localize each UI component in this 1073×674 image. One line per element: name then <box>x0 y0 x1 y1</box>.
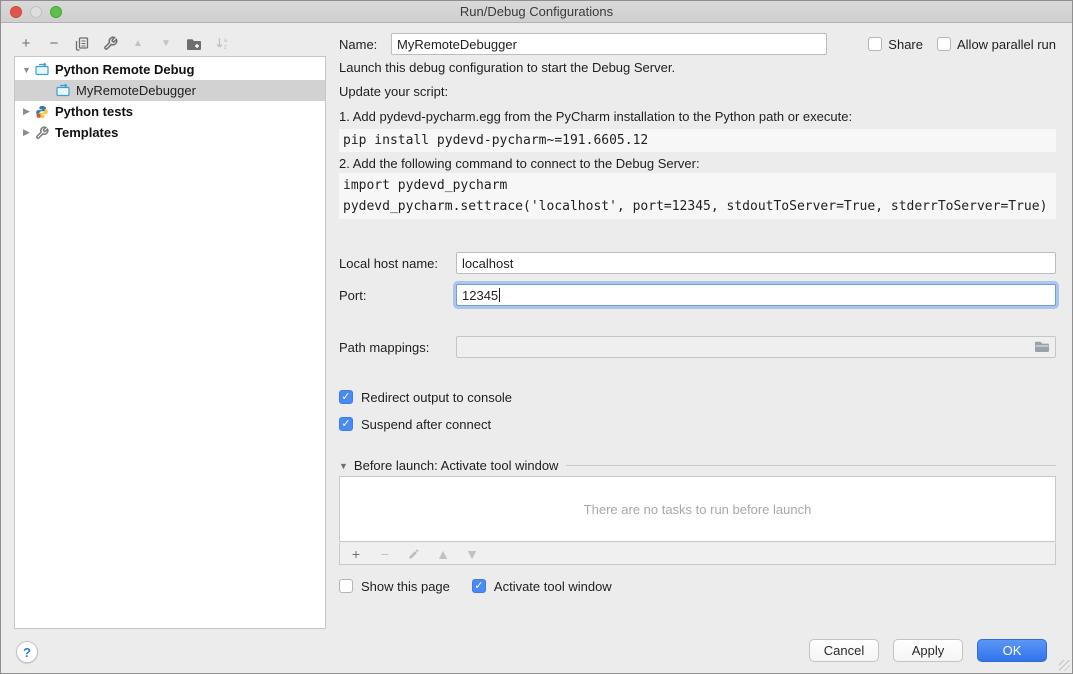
allow-parallel-run-option: Allow parallel run <box>937 37 1056 52</box>
help-button[interactable]: ? <box>16 641 38 663</box>
remote-debug-icon <box>34 63 50 77</box>
name-label: Name: <box>339 37 391 52</box>
suspend-after-connect-label: Suspend after connect <box>361 417 491 432</box>
tree-item-label: MyRemoteDebugger <box>76 83 196 98</box>
path-mappings-field[interactable] <box>456 336 1056 358</box>
header-rule <box>566 465 1056 466</box>
empty-task-list-text: There are no tasks to run before launch <box>584 502 812 517</box>
instruction-step-2: 2. Add the following command to connect … <box>339 156 1056 172</box>
expand-arrow-icon[interactable]: ▼ <box>21 65 32 75</box>
tree-item-templates[interactable]: ▶ Templates <box>15 122 325 143</box>
redirect-output-label: Redirect output to console <box>361 390 512 405</box>
tree-item-label: Templates <box>55 125 118 140</box>
before-launch-title: Before launch: Activate tool window <box>354 458 559 473</box>
local-host-input[interactable] <box>456 252 1056 274</box>
before-launch-task-list: There are no tasks to run before launch <box>339 476 1056 542</box>
activate-tool-window-checkbox[interactable] <box>472 579 486 593</box>
zoom-window-button[interactable] <box>50 6 62 18</box>
svg-text:z: z <box>223 44 226 51</box>
move-up-icon[interactable]: ▲ <box>130 36 146 52</box>
page-options-row: Show this page Activate tool window <box>339 578 1056 594</box>
move-task-up-icon[interactable]: ▲ <box>435 546 451 562</box>
instruction-line: Update your script: <box>339 84 1056 100</box>
add-task-icon[interactable]: + <box>348 546 364 562</box>
add-icon[interactable]: + <box>18 36 34 52</box>
window-title: Run/Debug Configurations <box>460 4 613 19</box>
dialog-buttons: Cancel Apply OK <box>809 639 1047 662</box>
new-folder-icon[interactable] <box>186 36 202 52</box>
copy-icon[interactable] <box>74 36 90 52</box>
port-value: 12345 <box>462 288 498 303</box>
python-icon <box>34 105 50 119</box>
collapse-arrow-icon[interactable]: ▶ <box>21 127 32 138</box>
suspend-after-connect-option: Suspend after connect <box>339 416 1056 432</box>
configurations-panel: + − ▲ ▼ az ▼ Python Remote D <box>1 23 332 673</box>
task-list-toolbar: + − ▲ ▼ <box>339 543 1056 565</box>
configurations-toolbar: + − ▲ ▼ az <box>1 23 332 55</box>
share-option: Share <box>868 37 923 52</box>
before-launch-header: ▼ Before launch: Activate tool window <box>339 458 1056 473</box>
configuration-form: Name: Share Allow parallel run Launch th… <box>339 23 1056 657</box>
port-row: Port: 12345 <box>339 283 1056 307</box>
instruction-step-1: 1. Add pydevd-pycharm.egg from the PyCha… <box>339 109 1056 125</box>
wrench-icon[interactable] <box>102 36 118 52</box>
collapse-arrow-icon[interactable]: ▶ <box>21 106 32 117</box>
collapse-section-icon[interactable]: ▼ <box>339 461 348 471</box>
local-host-row: Local host name: <box>339 252 1056 274</box>
name-input[interactable] <box>391 33 827 55</box>
sort-alphabetically-icon[interactable]: az <box>214 36 230 52</box>
activate-tool-window-label: Activate tool window <box>494 579 612 594</box>
share-checkbox[interactable] <box>868 37 882 51</box>
pip-install-command: pip install pydevd-pycharm~=191.6605.12 <box>339 129 1056 152</box>
tree-item-python-remote-debug[interactable]: ▼ Python Remote Debug <box>15 59 325 80</box>
settrace-code-block: import pydevd_pycharm pydevd_pycharm.set… <box>339 173 1056 219</box>
remove-icon[interactable]: − <box>46 36 62 52</box>
port-label: Port: <box>339 288 456 303</box>
run-debug-configurations-dialog: Run/Debug Configurations + − ▲ ▼ az ▼ <box>0 0 1073 674</box>
traffic-lights <box>10 6 62 18</box>
show-this-page-label: Show this page <box>361 579 450 594</box>
text-cursor <box>499 288 500 302</box>
tree-item-python-tests[interactable]: ▶ Python tests <box>15 101 325 122</box>
tree-item-label: Python tests <box>55 104 133 119</box>
close-window-button[interactable] <box>10 6 22 18</box>
minimize-window-button[interactable] <box>30 6 42 18</box>
help-icon: ? <box>23 645 31 660</box>
edit-task-icon[interactable] <box>406 546 422 562</box>
port-input[interactable]: 12345 <box>456 284 1056 306</box>
show-this-page-checkbox[interactable] <box>339 579 353 593</box>
code-line: import pydevd_pycharm <box>343 175 1056 196</box>
move-down-icon[interactable]: ▼ <box>158 36 174 52</box>
remove-task-icon[interactable]: − <box>377 546 393 562</box>
tree-item-myremotedebugger[interactable]: MyRemoteDebugger <box>15 80 325 101</box>
cancel-button[interactable]: Cancel <box>809 639 879 662</box>
browse-folder-icon[interactable] <box>1034 340 1050 356</box>
allow-parallel-run-checkbox[interactable] <box>937 37 951 51</box>
tree-item-label: Python Remote Debug <box>55 62 194 77</box>
code-line: pydevd_pycharm.settrace('localhost', por… <box>343 196 1056 217</box>
svg-text:a: a <box>223 37 227 44</box>
redirect-output-checkbox[interactable] <box>339 390 353 404</box>
instruction-line: Launch this debug configuration to start… <box>339 60 1056 76</box>
ok-button[interactable]: OK <box>977 639 1047 662</box>
wrench-icon <box>34 126 50 140</box>
path-mappings-label: Path mappings: <box>339 340 456 355</box>
suspend-after-connect-checkbox[interactable] <box>339 417 353 431</box>
name-row: Name: Share Allow parallel run <box>339 33 1056 55</box>
resize-grip[interactable] <box>1059 660 1070 671</box>
remote-debug-icon <box>55 84 71 98</box>
redirect-output-option: Redirect output to console <box>339 389 1056 405</box>
apply-button[interactable]: Apply <box>893 639 963 662</box>
path-mappings-row: Path mappings: <box>339 336 1056 358</box>
share-label: Share <box>888 37 923 52</box>
allow-parallel-run-label: Allow parallel run <box>957 37 1056 52</box>
titlebar[interactable]: Run/Debug Configurations <box>1 1 1072 23</box>
move-task-down-icon[interactable]: ▼ <box>464 546 480 562</box>
local-host-label: Local host name: <box>339 256 456 271</box>
configurations-tree: ▼ Python Remote Debug MyRemoteDebugger ▶… <box>14 56 326 629</box>
